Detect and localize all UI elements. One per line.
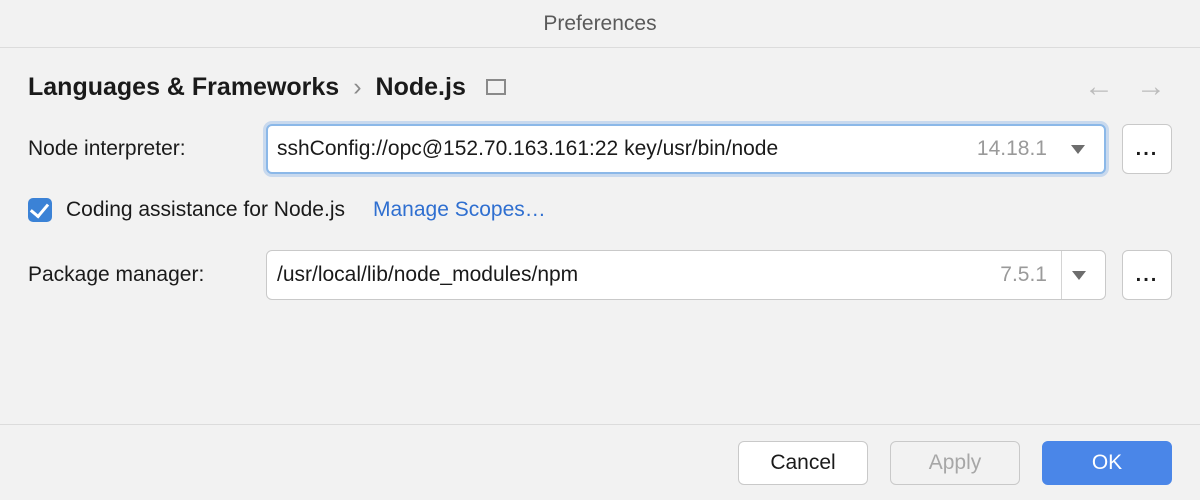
chevron-down-icon (1072, 271, 1086, 280)
footer: Cancel Apply OK (0, 424, 1200, 500)
package-manager-dropdown[interactable] (1061, 251, 1095, 299)
node-interpreter-value: sshConfig://opc@152.70.163.161:22 key/us… (277, 137, 967, 161)
page-icon (486, 79, 506, 95)
node-interpreter-combo[interactable]: sshConfig://opc@152.70.163.161:22 key/us… (266, 124, 1106, 174)
nav-forward-button[interactable]: → (1136, 72, 1166, 102)
breadcrumb-separator: › (353, 73, 361, 102)
coding-assistance-label[interactable]: Coding assistance for Node.js (66, 198, 345, 222)
node-interpreter-version: 14.18.1 (977, 137, 1047, 161)
node-interpreter-dropdown[interactable] (1061, 145, 1095, 154)
package-manager-browse-button[interactable]: ... (1122, 250, 1172, 300)
coding-assistance-checkbox[interactable] (28, 198, 52, 222)
package-manager-label: Package manager: (28, 263, 250, 287)
nav-back-button[interactable]: ← (1084, 72, 1114, 102)
nav-arrows: ← → (1084, 72, 1172, 102)
node-interpreter-browse-button[interactable]: ... (1122, 124, 1172, 174)
node-interpreter-row: Node interpreter: sshConfig://opc@152.70… (28, 124, 1172, 174)
window-title: Preferences (0, 0, 1200, 48)
chevron-down-icon (1071, 145, 1085, 154)
package-manager-combo[interactable]: /usr/local/lib/node_modules/npm 7.5.1 (266, 250, 1106, 300)
breadcrumb: Languages & Frameworks › Node.js (28, 73, 1072, 102)
apply-button: Apply (890, 441, 1020, 485)
package-manager-value: /usr/local/lib/node_modules/npm (277, 263, 990, 287)
node-interpreter-label: Node interpreter: (28, 137, 250, 161)
breadcrumb-current: Node.js (376, 73, 466, 102)
content: Node interpreter: sshConfig://opc@152.70… (0, 114, 1200, 300)
breadcrumb-parent[interactable]: Languages & Frameworks (28, 73, 339, 102)
ok-button[interactable]: OK (1042, 441, 1172, 485)
package-manager-row: Package manager: /usr/local/lib/node_mod… (28, 250, 1172, 300)
package-manager-version: 7.5.1 (1000, 263, 1047, 287)
manage-scopes-link[interactable]: Manage Scopes… (373, 198, 546, 222)
header: Languages & Frameworks › Node.js ← → (0, 48, 1200, 114)
window-title-text: Preferences (543, 12, 656, 36)
coding-assistance-row: Coding assistance for Node.js Manage Sco… (28, 198, 1172, 222)
cancel-button[interactable]: Cancel (738, 441, 868, 485)
